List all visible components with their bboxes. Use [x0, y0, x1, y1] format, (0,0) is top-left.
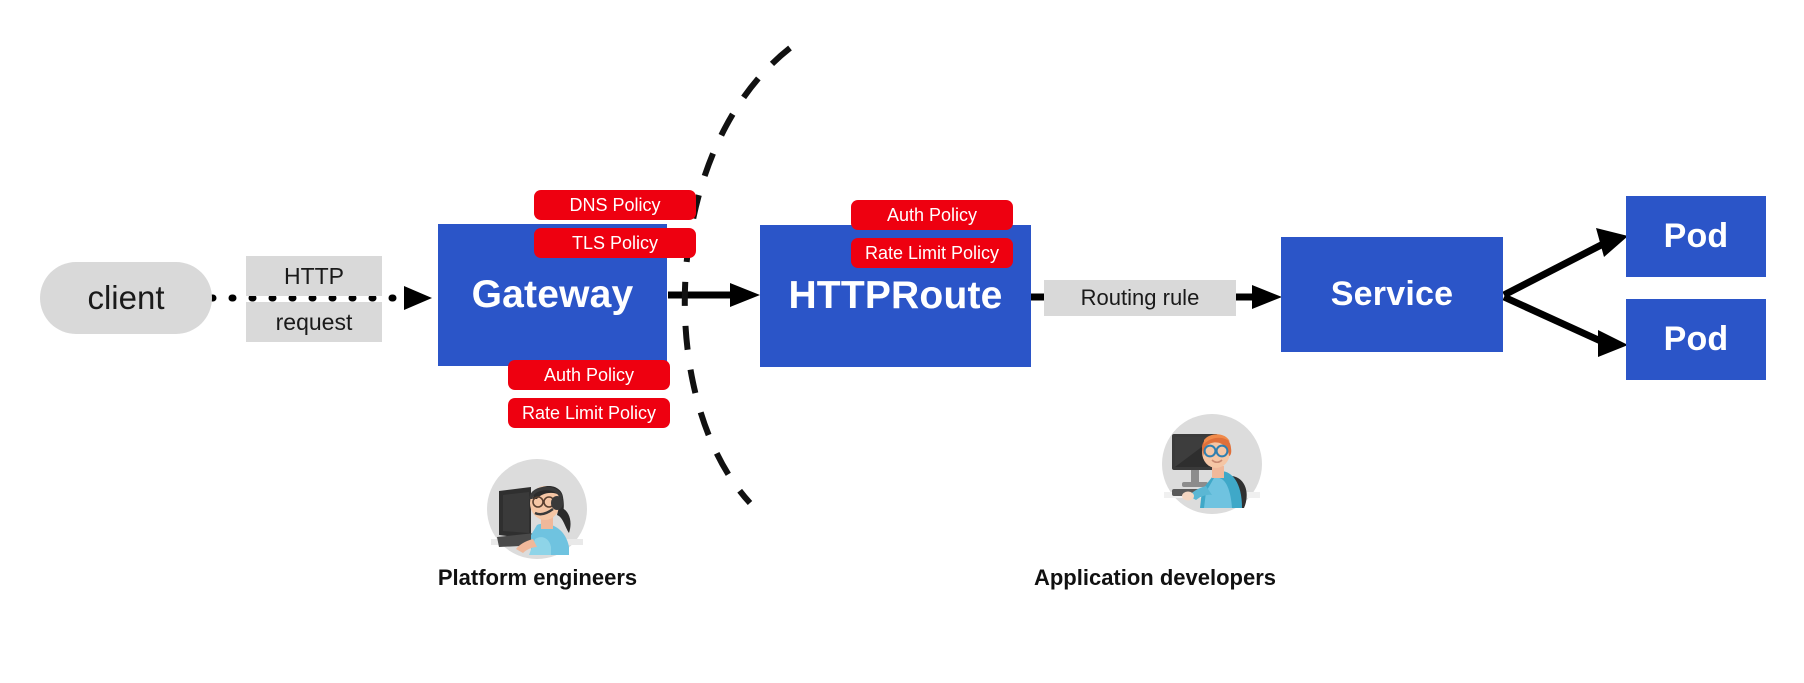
policy-httproute-auth-label: Auth Policy	[886, 204, 978, 225]
diagram-canvas: client HTTP request Gateway DNS Policy T…	[0, 0, 1804, 683]
node-httproute-label: HTTPRoute	[788, 274, 1003, 317]
edge-label-routing-rule-text: Routing rule	[1080, 285, 1200, 310]
node-pod-bottom[interactable]: Pod	[1626, 299, 1766, 380]
edge-label-request: request	[246, 302, 382, 342]
application-developer-avatar	[1158, 410, 1266, 518]
persona-caption-application-developers: Application developers	[925, 565, 1385, 591]
policy-httproute-ratelimit[interactable]: Rate Limit Policy	[851, 238, 1013, 268]
edge-routinglabel-to-service	[1236, 285, 1282, 309]
node-service-label: Service	[1330, 275, 1454, 313]
edge-label-request-text: request	[275, 308, 353, 335]
edge-label-routing-rule: Routing rule	[1044, 280, 1236, 316]
person-with-glasses-at-monitor-icon	[1162, 414, 1262, 514]
node-pod-bottom-label: Pod	[1663, 320, 1729, 358]
policy-gateway-ratelimit[interactable]: Rate Limit Policy	[508, 398, 670, 428]
edge-label-http: HTTP	[246, 256, 382, 296]
node-pod-top[interactable]: Pod	[1626, 196, 1766, 277]
persona-caption-application-developers-text: Application developers	[1033, 565, 1277, 590]
policy-httproute-ratelimit-label: Rate Limit Policy	[864, 242, 1000, 263]
edge-gateway-to-httproute	[668, 283, 760, 307]
node-service[interactable]: Service	[1281, 237, 1503, 352]
persona-caption-platform-engineers-text: Platform engineers	[437, 565, 638, 590]
policy-gateway-tls[interactable]: TLS Policy	[534, 228, 696, 258]
policy-gateway-auth[interactable]: Auth Policy	[508, 360, 670, 390]
policy-httproute-auth[interactable]: Auth Policy	[851, 200, 1013, 230]
edge-service-to-pod-top	[1502, 228, 1628, 299]
edge-service-to-pod-bottom	[1502, 293, 1628, 357]
platform-engineer-avatar	[483, 455, 591, 563]
policy-gateway-dns[interactable]: DNS Policy	[534, 190, 696, 220]
policy-gateway-tls-label: TLS Policy	[571, 232, 659, 253]
node-gateway-label: Gateway	[471, 273, 634, 316]
policy-gateway-ratelimit-label: Rate Limit Policy	[521, 402, 657, 423]
person-with-headset-at-computer-icon	[487, 459, 587, 559]
node-client-label: client	[87, 279, 165, 316]
node-pod-top-label: Pod	[1663, 217, 1729, 255]
policy-gateway-dns-label: DNS Policy	[569, 194, 661, 215]
persona-caption-platform-engineers: Platform engineers	[345, 565, 730, 591]
policy-gateway-auth-label: Auth Policy	[543, 364, 635, 385]
edge-label-http-text: HTTP	[283, 262, 345, 289]
node-client[interactable]: client	[40, 262, 212, 334]
